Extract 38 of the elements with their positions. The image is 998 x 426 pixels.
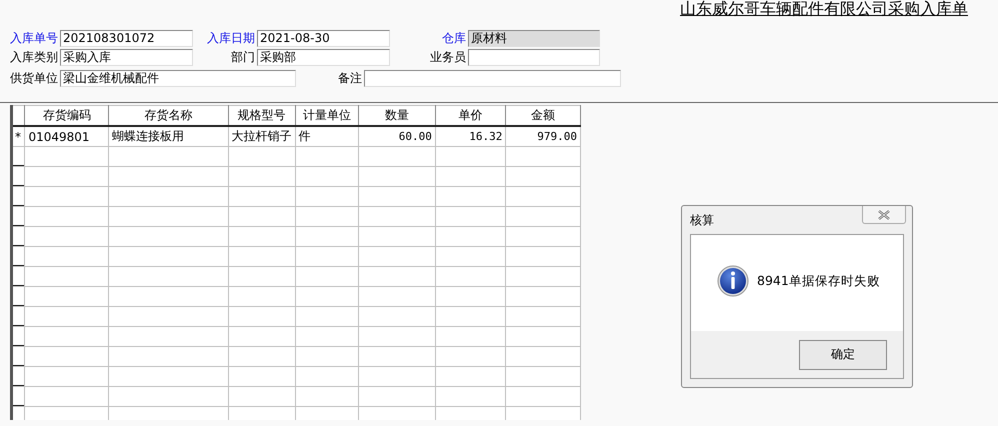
row-marker: * bbox=[15, 130, 21, 144]
text-field[interactable]: 梁山金维机械配件 bbox=[60, 70, 296, 87]
field-label: 备注 bbox=[337, 70, 363, 87]
text-field[interactable] bbox=[468, 49, 600, 66]
table-cell: 蝴蝶连接板用 bbox=[108, 126, 228, 146]
dialog-message: 8941单据保存时失败 bbox=[757, 272, 880, 290]
column-header[interactable]: 数量 bbox=[358, 106, 436, 126]
close-button[interactable] bbox=[862, 206, 906, 224]
info-icon bbox=[717, 265, 749, 297]
text-field[interactable] bbox=[364, 70, 621, 87]
field-label: 业务员 bbox=[429, 49, 467, 66]
text-field[interactable]: 2021-08-30 bbox=[257, 30, 390, 47]
field-label: 入库单号 bbox=[9, 30, 59, 47]
column-header[interactable]: 存货编码 bbox=[24, 106, 109, 126]
table-cell: 01049801 bbox=[24, 126, 109, 146]
field-label: 入库类别 bbox=[9, 49, 59, 66]
table-cell: 979.00 bbox=[506, 126, 580, 146]
field-label: 仓库 bbox=[441, 30, 467, 47]
dialog-title: 核算 bbox=[690, 212, 714, 229]
table-cell: 60.00 bbox=[358, 126, 436, 146]
document-title: 山东威尔哥车辆配件有限公司采购入库单 bbox=[680, 0, 968, 20]
table-cell: 大拉杆销子 bbox=[228, 126, 296, 146]
text-field[interactable]: 采购入库 bbox=[60, 49, 193, 66]
field-label: 供货单位 bbox=[9, 70, 59, 87]
column-header[interactable]: 存货名称 bbox=[108, 106, 228, 126]
table-cell: 件 bbox=[295, 126, 359, 146]
text-field[interactable]: 202108301072 bbox=[60, 30, 193, 47]
column-header[interactable]: 计量单位 bbox=[295, 106, 359, 126]
column-header[interactable]: 金额 bbox=[506, 106, 580, 126]
field-label: 入库日期 bbox=[206, 30, 256, 47]
column-header[interactable]: 规格型号 bbox=[228, 106, 296, 126]
text-field[interactable]: 采购部 bbox=[257, 49, 390, 66]
table-cell: 16.32 bbox=[435, 126, 506, 146]
text-field[interactable]: 原材料 bbox=[468, 30, 600, 47]
ok-button[interactable]: 确定 bbox=[799, 340, 887, 370]
column-header[interactable]: 单价 bbox=[435, 106, 506, 126]
close-icon bbox=[878, 210, 890, 220]
field-label: 部门 bbox=[230, 49, 256, 66]
